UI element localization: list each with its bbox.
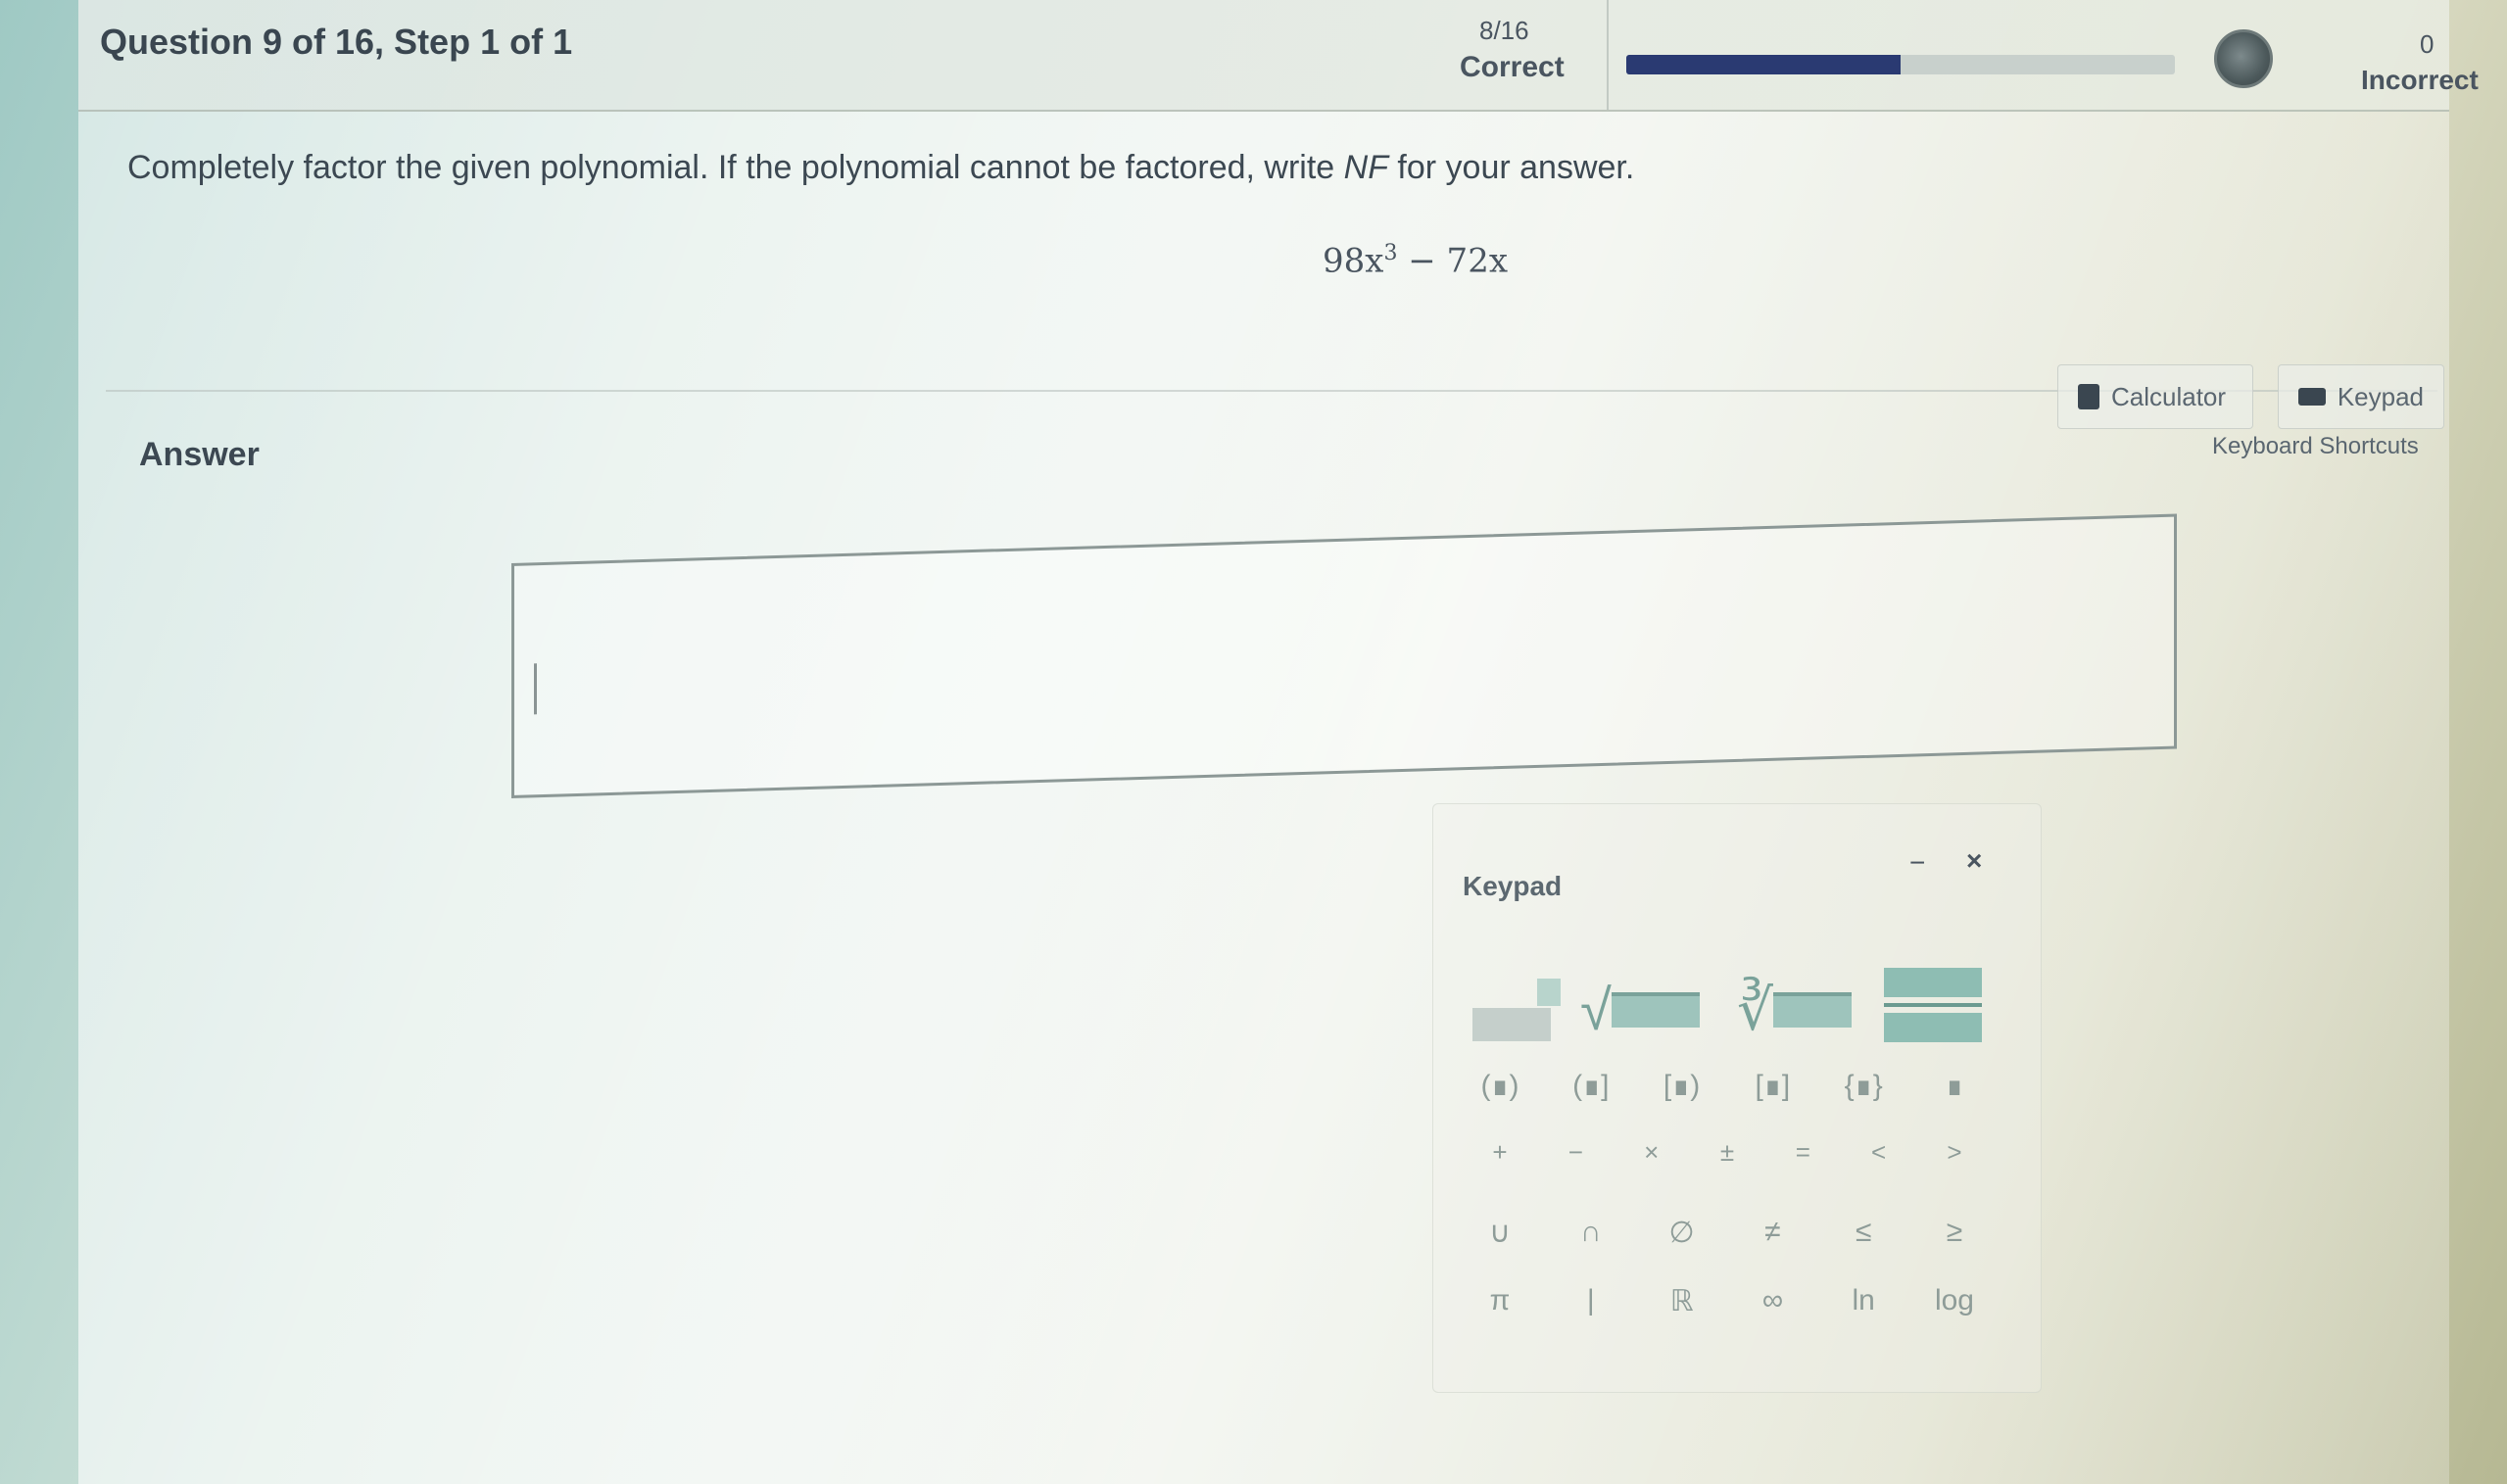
answer-input[interactable] [511, 513, 2177, 798]
key-empty-set[interactable]: ∅ [1655, 1216, 1710, 1250]
fraction-numerator-box [1884, 968, 1982, 997]
question-title: Question 9 of 16, Step 1 of 1 [100, 22, 573, 62]
nth-root-radicand-box [1772, 992, 1852, 1028]
key-not-equal[interactable]: ≠ [1745, 1216, 1800, 1250]
incorrect-count: 0 [2420, 29, 2435, 59]
answer-label: Answer [139, 436, 260, 473]
fraction-denominator-box [1884, 1013, 1982, 1042]
key-union[interactable]: ∪ [1472, 1216, 1527, 1250]
calculator-icon [2078, 384, 2099, 409]
key-equals[interactable]: = [1775, 1137, 1830, 1168]
key-plus[interactable]: + [1472, 1137, 1527, 1168]
nth-root-key[interactable]: ∛ [1737, 971, 1864, 1049]
calculator-label: Calculator [2111, 381, 2227, 411]
exponent-template-key[interactable] [1472, 971, 1561, 1049]
key-paren-bracket[interactable]: (∎] [1564, 1069, 1618, 1103]
key-times[interactable]: × [1624, 1137, 1679, 1168]
keyboard-icon [2298, 388, 2326, 406]
keypad-template-row: √ ∛ [1472, 941, 1982, 1049]
question-instructions: Completely factor the given polynomial. … [127, 149, 1634, 187]
key-intersection[interactable]: ∩ [1564, 1216, 1618, 1250]
poly-exponent: 3 [1383, 241, 1398, 265]
progress-count: 8/16 [1479, 16, 1529, 45]
text-caret [534, 663, 537, 715]
poly-term: 98x [1323, 241, 1384, 281]
key-brace[interactable]: {∎} [1836, 1069, 1891, 1103]
poly-rest: − 72x [1397, 241, 1508, 281]
incorrect-label: Incorrect [2361, 65, 2479, 95]
key-less-than[interactable]: < [1852, 1137, 1906, 1168]
key-greater-equal[interactable]: ≥ [1927, 1216, 1982, 1250]
keyboard-shortcuts-link[interactable]: Keyboard Shortcuts [2212, 433, 2419, 460]
key-bracket-paren[interactable]: [∎) [1655, 1069, 1710, 1103]
key-bracket[interactable]: [∎] [1745, 1069, 1800, 1103]
key-pi[interactable]: π [1472, 1284, 1527, 1318]
keypad-bracket-row: (∎) (∎] [∎) [∎] {∎} ∎ [1472, 1069, 1982, 1103]
key-ln[interactable]: ln [1836, 1284, 1891, 1318]
keypad-button[interactable]: Keypad [2278, 364, 2444, 429]
calculator-button[interactable]: Calculator [2057, 364, 2253, 429]
fraction-key[interactable] [1884, 961, 1982, 1049]
fraction-bar [1884, 1003, 1982, 1007]
key-subscript[interactable]: ∎ [1927, 1069, 1982, 1103]
square-root-key[interactable]: √ [1580, 971, 1717, 1049]
correct-label: Correct [1460, 51, 1565, 83]
progress-badge-icon [2214, 29, 2273, 88]
polynomial-expression: 98x3 − 72x [1323, 241, 1508, 280]
keypad-operator-row: + − × ± = < > [1472, 1137, 1982, 1168]
exponent-base-box [1472, 1008, 1551, 1041]
key-log[interactable]: log [1927, 1284, 1982, 1318]
keypad-minimize-button[interactable]: − [1909, 847, 1925, 879]
key-minus[interactable]: − [1548, 1137, 1603, 1168]
key-less-equal[interactable]: ≤ [1836, 1216, 1891, 1250]
keypad-title: Keypad [1463, 871, 1563, 901]
key-plus-minus[interactable]: ± [1700, 1137, 1755, 1168]
sqrt-radicand-box [1611, 992, 1700, 1028]
progress-bar-fill [1626, 55, 1901, 74]
key-absolute-value[interactable]: | [1564, 1284, 1618, 1318]
keypad-button-label: Keypad [2337, 381, 2424, 411]
instruction-nf: NF [1343, 149, 1388, 186]
header-divider [1607, 0, 1609, 110]
key-reals[interactable]: ℝ [1655, 1284, 1710, 1318]
instruction-text: Completely factor the given polynomial. … [127, 149, 1344, 186]
keypad-set-row: ∪ ∩ ∅ ≠ ≤ ≥ [1472, 1216, 1982, 1250]
key-infinity[interactable]: ∞ [1745, 1284, 1800, 1318]
instruction-text-end: for your answer. [1387, 149, 1635, 186]
keypad-close-button[interactable]: × [1966, 845, 1982, 877]
progress-bar [1626, 55, 2175, 74]
exponent-power-box [1537, 979, 1561, 1006]
keypad-panel: Keypad − × √ ∛ (∎) (∎] [∎) [∎] {∎} ∎ + −… [1432, 803, 2042, 1393]
keypad-function-row: π | ℝ ∞ ln log [1472, 1284, 1982, 1318]
key-greater-than[interactable]: > [1927, 1137, 1982, 1168]
key-paren[interactable]: (∎) [1472, 1069, 1527, 1103]
question-header: Question 9 of 16, Step 1 of 1 8/16 Corre… [78, 0, 2479, 112]
